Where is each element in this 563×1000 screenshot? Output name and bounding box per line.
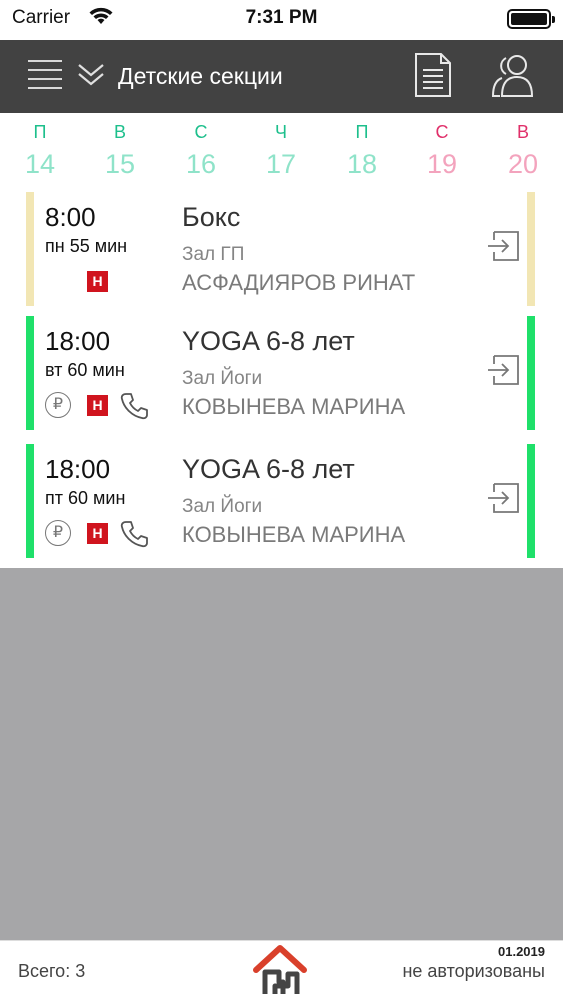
session-list: 8:00 пн 55 мин Н Бокс Зал ГП АСФАДИЯРОВ РИНАТ…: [0, 188, 563, 568]
day-number: 14: [24, 149, 56, 179]
session-duration: вт 60 мин: [45, 360, 125, 380]
status-bar-left: [26, 444, 34, 558]
day-6[interactable]: В 20: [483, 121, 563, 181]
day-letter: С: [435, 122, 449, 142]
session-icons: Н: [45, 266, 165, 296]
session-title: YOGA 6-8 лет: [182, 454, 355, 484]
users-icon[interactable]: [490, 52, 536, 98]
new-badge: Н: [87, 271, 108, 292]
session-time: 18:00: [45, 454, 111, 484]
auth-status[interactable]: не авторизованы: [402, 961, 545, 982]
status-bar: Carrier 7:31 PM: [0, 0, 563, 40]
day-5[interactable]: С 19: [402, 121, 482, 181]
chevron-down-icon[interactable]: [76, 60, 106, 90]
ruble-icon: ₽: [45, 520, 71, 546]
total-count: Всего: 3: [18, 961, 86, 981]
session-icons: ₽ Н: [45, 390, 165, 420]
session-hall: Зал Йоги: [182, 496, 263, 517]
document-icon[interactable]: [414, 52, 452, 98]
session-card[interactable]: 18:00 вт 60 мин ₽ Н YOGA 6-8 лет Зал Йоги КОВЫ…: [0, 312, 563, 436]
session-time: 18:00: [45, 326, 111, 356]
session-icons: ₽ Н: [45, 518, 165, 548]
phone-icon[interactable]: [120, 520, 148, 548]
day-letter: В: [113, 122, 126, 142]
session-time: 8:00: [45, 202, 96, 232]
menu-icon-line: [28, 69, 62, 71]
period-label: 01.2019: [498, 944, 545, 959]
menu-button[interactable]: [28, 56, 64, 96]
status-bar-left: [26, 316, 34, 430]
status-bar-right: [527, 444, 535, 558]
session-title: Бокс: [182, 202, 241, 232]
day-2[interactable]: С 16: [161, 121, 241, 181]
clock: 7:31 PM: [245, 7, 318, 28]
session-coach: АСФАДИЯРОВ РИНАТ: [182, 270, 416, 295]
status-bar-left: [26, 192, 34, 306]
status-bar-right: [527, 192, 535, 306]
new-badge: Н: [87, 395, 108, 416]
session-title: YOGA 6-8 лет: [182, 326, 355, 356]
enter-icon[interactable]: [486, 480, 522, 516]
day-letter: Ч: [275, 122, 287, 142]
session-hall: Зал ГП: [182, 244, 245, 265]
day-letter: П: [355, 122, 369, 142]
day-4[interactable]: П 18: [322, 121, 402, 181]
day-3[interactable]: Ч 17: [241, 121, 321, 181]
battery-icon: [507, 9, 555, 29]
phone-icon[interactable]: [120, 392, 148, 420]
day-number: 20: [507, 149, 539, 179]
menu-icon-line: [28, 78, 62, 80]
session-duration: пн 55 мин: [45, 236, 128, 256]
ruble-icon: ₽: [45, 392, 71, 418]
day-0[interactable]: П 14: [0, 121, 80, 181]
day-number: 19: [426, 149, 458, 179]
status-bar-right: [527, 316, 535, 430]
session-hall: Зал Йоги: [182, 368, 263, 389]
footer-bar: Всего: 3 01.2019 не авторизованы: [0, 940, 563, 1000]
session-card[interactable]: 8:00 пн 55 мин Н Бокс Зал ГП АСФАДИЯРОВ РИНАТ: [0, 188, 563, 312]
day-letter: В: [516, 122, 529, 142]
home-icon[interactable]: [252, 944, 308, 996]
day-letter: С: [194, 122, 208, 142]
week-day-selector: П 14 В 15 С 16 Ч 17 П 18 С 19 В 20: [0, 113, 563, 188]
app-header: Детские секции: [0, 40, 563, 113]
page-title[interactable]: Детские секции: [118, 63, 283, 90]
session-coach: КОВЫНЕВА МАРИНА: [182, 394, 406, 419]
day-number: 17: [265, 149, 297, 179]
day-letter: П: [33, 122, 47, 142]
menu-icon-line: [28, 87, 62, 89]
day-1[interactable]: В 15: [80, 121, 160, 181]
session-card[interactable]: 18:00 пт 60 мин ₽ Н YOGA 6-8 лет Зал Йоги КОВЫ…: [0, 440, 563, 564]
enter-icon[interactable]: [486, 352, 522, 388]
day-number: 15: [104, 149, 136, 179]
day-number: 16: [185, 149, 217, 179]
session-coach: КОВЫНЕВА МАРИНА: [182, 522, 406, 547]
day-number: 18: [346, 149, 378, 179]
new-badge: Н: [87, 523, 108, 544]
session-duration: пт 60 мин: [45, 488, 126, 508]
menu-icon: [28, 60, 62, 62]
enter-icon[interactable]: [486, 228, 522, 264]
